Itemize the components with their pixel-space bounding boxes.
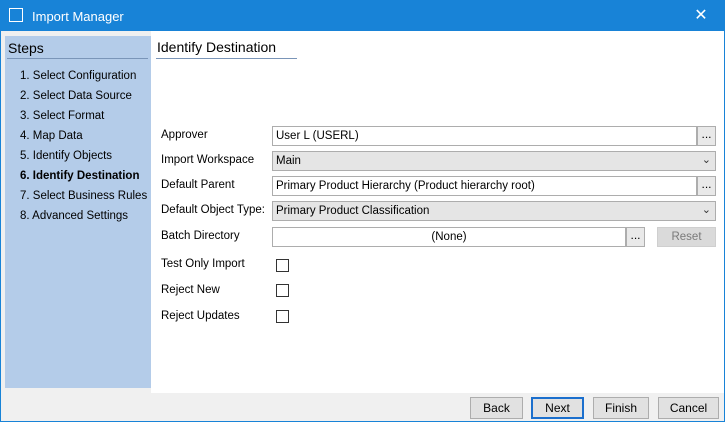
step-item: 1. Select Configuration [20, 70, 137, 82]
reject-updates-checkbox[interactable] [276, 310, 289, 323]
test-only-import-checkbox[interactable] [276, 259, 289, 272]
finish-button[interactable]: Finish [593, 397, 649, 419]
step-item: 4. Map Data [20, 130, 83, 142]
close-button[interactable]: ✕ [678, 1, 724, 31]
step-item: 8. Advanced Settings [20, 210, 129, 222]
step-item: 3. Select Format [20, 110, 105, 122]
reject-new-label: Reject New [161, 284, 220, 296]
reject-new-checkbox[interactable] [276, 284, 289, 297]
import-manager-window: Import Manager ✕ Steps 1. Select Configu… [0, 0, 725, 422]
step-item: 7. Select Business Rules [20, 190, 148, 202]
batch-directory-field[interactable]: (None) [272, 227, 626, 247]
window-icon [9, 8, 23, 22]
test-only-import-label: Test Only Import [161, 258, 245, 270]
cancel-button[interactable]: Cancel [658, 397, 719, 419]
reset-button[interactable]: Reset [657, 227, 716, 247]
approver-label: Approver [161, 129, 208, 141]
default-parent-browse-button[interactable]: ... [697, 176, 716, 196]
steps-sidebar: Steps 1. Select Configuration 2. Select … [5, 36, 151, 388]
batch-directory-browse-button[interactable]: ... [626, 227, 645, 247]
default-parent-label: Default Parent [161, 179, 235, 191]
default-object-type-label: Default Object Type: [161, 204, 265, 216]
reject-updates-label: Reject Updates [161, 310, 240, 322]
next-button[interactable]: Next [531, 397, 584, 419]
default-object-type-value: Primary Product Classification [276, 205, 430, 217]
batch-directory-label: Batch Directory [161, 230, 240, 242]
step-item: 2. Select Data Source [20, 90, 132, 102]
approver-field[interactable]: User L (USERL) [272, 126, 697, 146]
chevron-down-icon: ⌄ [701, 204, 711, 216]
default-parent-field[interactable]: Primary Product Hierarchy (Product hiera… [272, 176, 697, 196]
window-title: Import Manager [32, 9, 124, 24]
page-title: Identify Destination [157, 39, 277, 55]
step-item-current: 6. Identify Destination [20, 170, 140, 182]
button-bar: Back Next Finish Cancel [1, 393, 724, 421]
step-content: Identify Destination Approver User L (US… [151, 31, 724, 393]
steps-divider [7, 58, 148, 59]
default-object-type-select[interactable]: Primary Product Classification ⌄ [272, 201, 716, 221]
steps-title: Steps [8, 40, 44, 56]
import-workspace-label: Import Workspace [161, 154, 255, 166]
approver-browse-button[interactable]: ... [697, 126, 716, 146]
title-divider [156, 58, 297, 59]
steps-list: 1. Select Configuration 2. Select Data S… [20, 69, 147, 229]
import-workspace-value: Main [276, 155, 301, 167]
back-button[interactable]: Back [470, 397, 523, 419]
chevron-down-icon: ⌄ [701, 154, 711, 166]
import-workspace-select[interactable]: Main ⌄ [272, 151, 716, 171]
step-item: 5. Identify Objects [20, 150, 113, 162]
title-bar: Import Manager ✕ [1, 1, 724, 31]
